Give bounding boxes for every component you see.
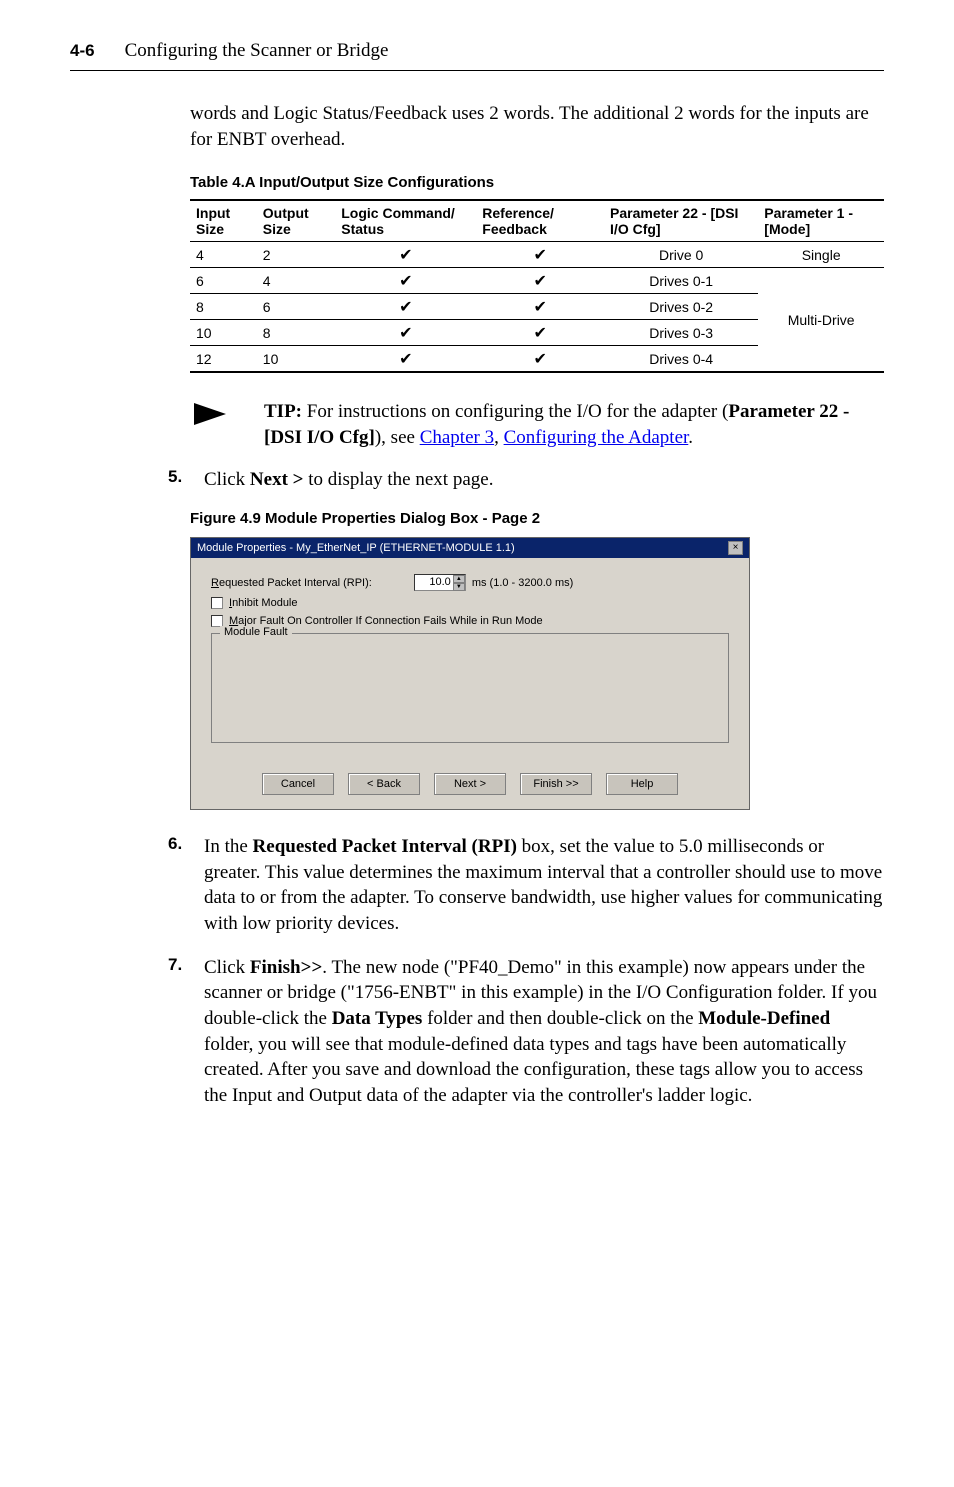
col-output-size: Output Size [257, 200, 335, 242]
col-input-size: Input Size [190, 200, 257, 242]
cell-p1: Multi-Drive [758, 268, 884, 373]
module-fault-fieldset: Module Fault [211, 633, 729, 743]
module-fault-legend: Module Fault [220, 626, 292, 638]
cell-out: 8 [257, 320, 335, 346]
link-chapter-3[interactable]: Chapter 3 [420, 427, 494, 448]
intro-paragraph: words and Logic Status/Feedback uses 2 w… [190, 101, 884, 152]
tip-arrow-icon [190, 399, 236, 434]
close-icon[interactable]: × [728, 541, 743, 555]
help-button[interactable]: Help [606, 773, 678, 795]
cell-p22: Drives 0-4 [604, 346, 758, 373]
spin-down-icon[interactable]: ▼ [453, 583, 465, 591]
cell-in: 10 [190, 320, 257, 346]
step-5: 5. Click Next > to display the next page… [168, 467, 884, 493]
cell-in: 8 [190, 294, 257, 320]
cell-p22: Drives 0-3 [604, 320, 758, 346]
tip-block: TIP: For instructions on configuring the… [190, 399, 884, 450]
check-icon: ✔ [399, 349, 412, 368]
cell-p1: Single [758, 242, 884, 268]
cell-in: 6 [190, 268, 257, 294]
col-reference-feedback: Reference/ Feedback [476, 200, 604, 242]
rpi-input[interactable]: 10.0 ▲▼ [414, 574, 466, 591]
link-configuring-adapter[interactable]: Configuring the Adapter [504, 427, 689, 448]
step-6: 6. In the Requested Packet Interval (RPI… [168, 834, 884, 937]
col-logic-command: Logic Command/ Status [335, 200, 476, 242]
cell-out: 10 [257, 346, 335, 373]
rpi-spinner[interactable]: ▲▼ [453, 575, 465, 590]
step-number: 7. [168, 955, 190, 975]
module-properties-dialog: Module Properties - My_EtherNet_IP (ETHE… [190, 537, 750, 810]
check-icon: ✔ [533, 245, 546, 264]
dialog-titlebar: Module Properties - My_EtherNet_IP (ETHE… [191, 538, 749, 558]
cell-p22: Drives 0-2 [604, 294, 758, 320]
cell-out: 6 [257, 294, 335, 320]
check-icon: ✔ [533, 349, 546, 368]
table-row: 4 2 ✔ ✔ Drive 0 Single [190, 242, 884, 268]
check-icon: ✔ [399, 323, 412, 342]
cell-p22: Drives 0-1 [604, 268, 758, 294]
cell-out: 4 [257, 268, 335, 294]
inhibit-label: Inhibit Module [229, 597, 298, 609]
page-header: 4-6 Configuring the Scanner or Bridge [70, 40, 884, 62]
col-param1: Parameter 1 - [Mode] [758, 200, 884, 242]
check-icon: ✔ [399, 297, 412, 316]
page-section-title: Configuring the Scanner or Bridge [125, 40, 389, 62]
step-number: 6. [168, 834, 190, 854]
cell-out: 2 [257, 242, 335, 268]
figure-caption: Figure 4.9 Module Properties Dialog Box … [190, 510, 884, 527]
header-rule [70, 70, 884, 71]
check-icon: ✔ [399, 271, 412, 290]
cell-p22: Drive 0 [604, 242, 758, 268]
page-number: 4-6 [70, 41, 95, 61]
cell-in: 12 [190, 346, 257, 373]
check-icon: ✔ [533, 271, 546, 290]
col-param22: Parameter 22 - [DSI I/O Cfg] [604, 200, 758, 242]
back-button[interactable]: < Back [348, 773, 420, 795]
rpi-label: Requested Packet Interval (RPI): [211, 577, 372, 589]
step-number: 5. [168, 467, 190, 487]
table-caption: Table 4.A Input/Output Size Configuratio… [190, 174, 884, 191]
rpi-units: ms (1.0 - 3200.0 ms) [472, 577, 573, 589]
cancel-button[interactable]: Cancel [262, 773, 334, 795]
next-button[interactable]: Next > [434, 773, 506, 795]
check-icon: ✔ [399, 245, 412, 264]
dialog-title: Module Properties - My_EtherNet_IP (ETHE… [197, 542, 515, 554]
step-7: 7. Click Finish>>. The new node ("PF40_D… [168, 955, 884, 1109]
check-icon: ✔ [533, 297, 546, 316]
inhibit-module-checkbox[interactable] [211, 597, 223, 609]
check-icon: ✔ [533, 323, 546, 342]
io-size-table: Input Size Output Size Logic Command/ St… [190, 199, 884, 373]
table-row: 6 4 ✔ ✔ Drives 0-1 Multi-Drive [190, 268, 884, 294]
tip-text: TIP: For instructions on configuring the… [264, 399, 884, 450]
tip-label: TIP: [264, 401, 302, 422]
spin-up-icon[interactable]: ▲ [453, 575, 465, 583]
finish-button[interactable]: Finish >> [520, 773, 592, 795]
cell-in: 4 [190, 242, 257, 268]
